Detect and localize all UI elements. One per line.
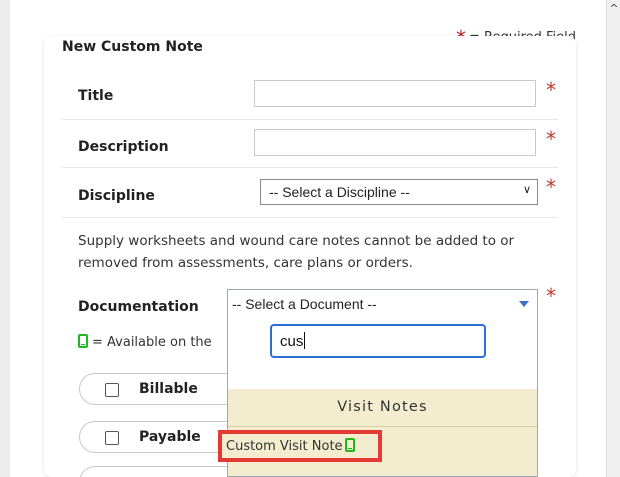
title-required-star: * bbox=[546, 78, 556, 102]
dropdown-option-label: Custom Visit Note bbox=[226, 439, 343, 454]
info-text: Supply worksheets and wound care notes c… bbox=[78, 233, 515, 271]
chevron-down-icon: ∨ bbox=[522, 184, 531, 196]
documentation-select[interactable]: -- Select a Document -- bbox=[227, 289, 538, 320]
discipline-select-value: -- Select a Discipline -- bbox=[269, 184, 410, 200]
vertical-scrollbar[interactable]: ^ bbox=[606, 0, 620, 477]
scroll-up-arrow-icon[interactable]: ^ bbox=[609, 3, 619, 14]
description-input[interactable] bbox=[254, 129, 536, 156]
text-cursor bbox=[304, 332, 306, 349]
discipline-select[interactable]: -- Select a Discipline -- ∨ bbox=[260, 179, 538, 205]
legend-text: = Available on the bbox=[92, 335, 212, 350]
billable-label: Billable bbox=[139, 381, 198, 397]
mobile-legend: = Available on the bbox=[78, 333, 212, 350]
documentation-label: Documentation bbox=[78, 299, 199, 315]
payable-checkbox[interactable] bbox=[105, 431, 119, 445]
divider bbox=[62, 167, 558, 168]
divider bbox=[62, 119, 558, 120]
dropdown-option-custom-visit-note[interactable]: Custom Visit Note bbox=[218, 430, 382, 462]
documentation-required-star: * bbox=[546, 284, 556, 308]
dropdown-divider bbox=[228, 426, 537, 427]
payable-label: Payable bbox=[139, 429, 201, 445]
dropdown-search-area: cus bbox=[228, 319, 537, 389]
discipline-required-star: * bbox=[546, 175, 556, 199]
divider bbox=[62, 217, 558, 218]
dropdown-search-input[interactable]: cus bbox=[270, 324, 486, 358]
mobile-device-icon bbox=[78, 333, 88, 348]
dropdown-group-label: Visit Notes bbox=[337, 399, 428, 415]
discipline-label: Discipline bbox=[78, 188, 155, 204]
title-label: Title bbox=[78, 88, 114, 104]
mobile-device-icon bbox=[344, 437, 355, 452]
description-required-star: * bbox=[546, 127, 556, 151]
title-input[interactable] bbox=[254, 80, 536, 107]
document-dropdown-panel: cus Visit Notes Custom Visit Note bbox=[218, 319, 538, 477]
documentation-select-value: -- Select a Document -- bbox=[232, 296, 377, 312]
billable-checkbox[interactable] bbox=[105, 383, 119, 397]
caret-down-icon bbox=[519, 301, 529, 307]
dropdown-search-value: cus bbox=[280, 333, 304, 350]
card-title: New Custom Note bbox=[62, 39, 203, 55]
description-label: Description bbox=[78, 139, 169, 155]
